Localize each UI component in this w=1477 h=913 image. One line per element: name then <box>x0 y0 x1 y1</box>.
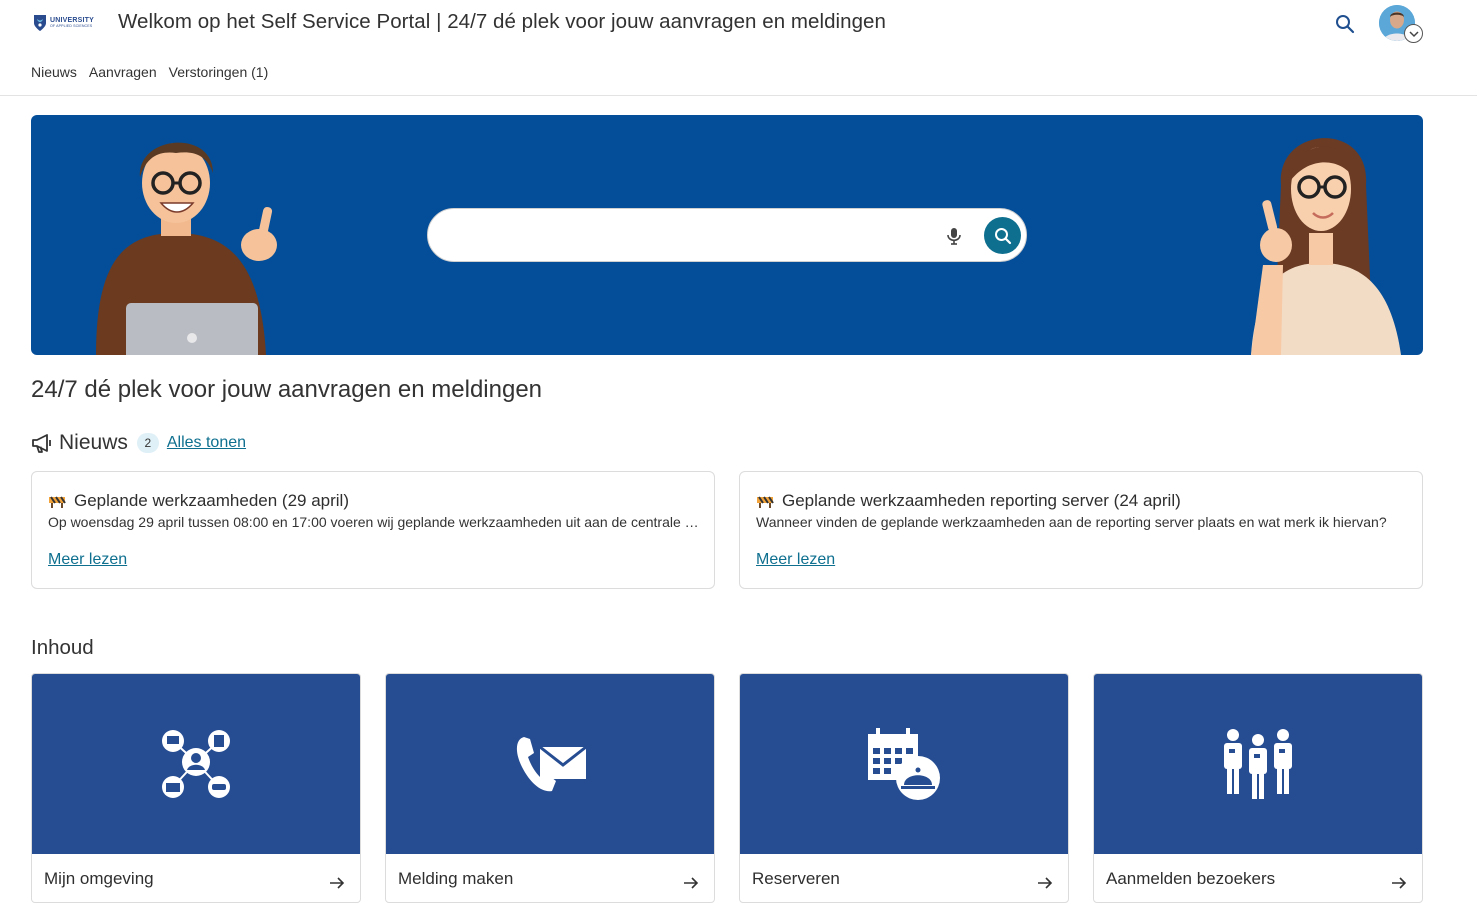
calendar-bell-icon <box>868 728 940 800</box>
arrow-right-icon <box>1038 877 1053 889</box>
visitors-icon <box>1224 729 1292 799</box>
tile-image <box>1094 674 1422 854</box>
read-more-link[interactable]: Meer lezen <box>756 551 835 569</box>
portal-subtitle: 24/7 dé plek voor jouw aanvragen en meld… <box>31 376 543 403</box>
hero-search-box[interactable] <box>427 208 1027 262</box>
arrow-right-icon <box>1392 877 1407 889</box>
tile-image <box>386 674 714 854</box>
news-card-text: Wanneer vinden de geplande werkzaamheden… <box>756 514 1387 530</box>
microphone-icon[interactable] <box>943 225 965 247</box>
tile-label: Reserveren <box>752 869 840 888</box>
news-card-title: Geplande werkzaamheden (29 april) <box>48 491 349 511</box>
search-input[interactable] <box>448 221 938 251</box>
show-all-link[interactable]: Alles tonen <box>167 434 246 452</box>
news-card[interactable]: Geplande werkzaamheden reporting server … <box>739 471 1423 589</box>
nav-item-nieuws[interactable]: Nieuws <box>31 64 77 80</box>
search-icon[interactable] <box>1333 12 1357 36</box>
news-card-title: Geplande werkzaamheden reporting server … <box>756 491 1181 511</box>
man-with-laptop-illustration <box>96 142 277 355</box>
page-title: Welkom op het Self Service Portal | 24/7… <box>118 10 886 33</box>
tile-mijn-omgeving[interactable]: Mijn omgeving <box>31 673 361 903</box>
news-card-title-text: Geplande werkzaamheden reporting server … <box>782 491 1181 510</box>
tile-image <box>32 674 360 854</box>
contents-title: Inhoud <box>31 636 94 659</box>
roadworks-icon <box>757 496 774 508</box>
logo-line1: UNIVERSITY <box>50 17 95 25</box>
logo-line2: OF APPLIED SCIENCES <box>50 24 93 29</box>
arrow-right-icon <box>684 877 699 889</box>
network-icon <box>162 730 230 798</box>
tile-label: Mijn omgeving <box>44 869 154 888</box>
search-icon <box>994 227 1011 244</box>
tile-image <box>740 674 1068 854</box>
university-logo[interactable]: UNIVERSITY OF APPLIED SCIENCES <box>33 12 103 34</box>
header: UNIVERSITY OF APPLIED SCIENCES Welkom op… <box>0 0 1477 96</box>
search-button[interactable] <box>984 217 1021 254</box>
phone-mail-icon <box>516 737 587 792</box>
tile-reserveren[interactable]: Reserveren <box>739 673 1069 903</box>
nav-item-aanvragen[interactable]: Aanvragen <box>89 64 157 80</box>
roadworks-icon <box>49 496 66 508</box>
tile-label: Aanmelden bezoekers <box>1106 869 1276 888</box>
news-card-title-text: Geplande werkzaamheden (29 april) <box>74 491 349 510</box>
top-nav: Nieuws Aanvragen Verstoringen (1) <box>31 64 268 80</box>
tile-label: Melding maken <box>398 869 514 888</box>
account-menu-chevron-icon[interactable] <box>1404 24 1423 43</box>
tile-aanmelden-bezoekers[interactable]: Aanmelden bezoekers <box>1093 673 1423 903</box>
logo-text: UNIVERSITY OF APPLIED SCIENCES <box>50 17 94 29</box>
tile-melding-maken[interactable]: Melding maken <box>385 673 715 903</box>
news-card[interactable]: Geplande werkzaamheden (29 april) Op woe… <box>31 471 715 589</box>
woman-pointing-illustration <box>1251 138 1401 355</box>
read-more-link[interactable]: Meer lezen <box>48 551 127 569</box>
shield-logo-icon <box>34 15 46 31</box>
news-count-badge: 2 <box>136 433 159 453</box>
news-header: Nieuws 2 Alles tonen <box>31 430 246 456</box>
megaphone-icon <box>32 434 51 453</box>
news-card-text: Op woensdag 29 april tussen 08:00 en 17:… <box>48 514 700 530</box>
arrow-right-icon <box>330 877 345 889</box>
nav-item-verstoringen[interactable]: Verstoringen (1) <box>169 64 269 80</box>
news-title: Nieuws <box>59 431 128 454</box>
